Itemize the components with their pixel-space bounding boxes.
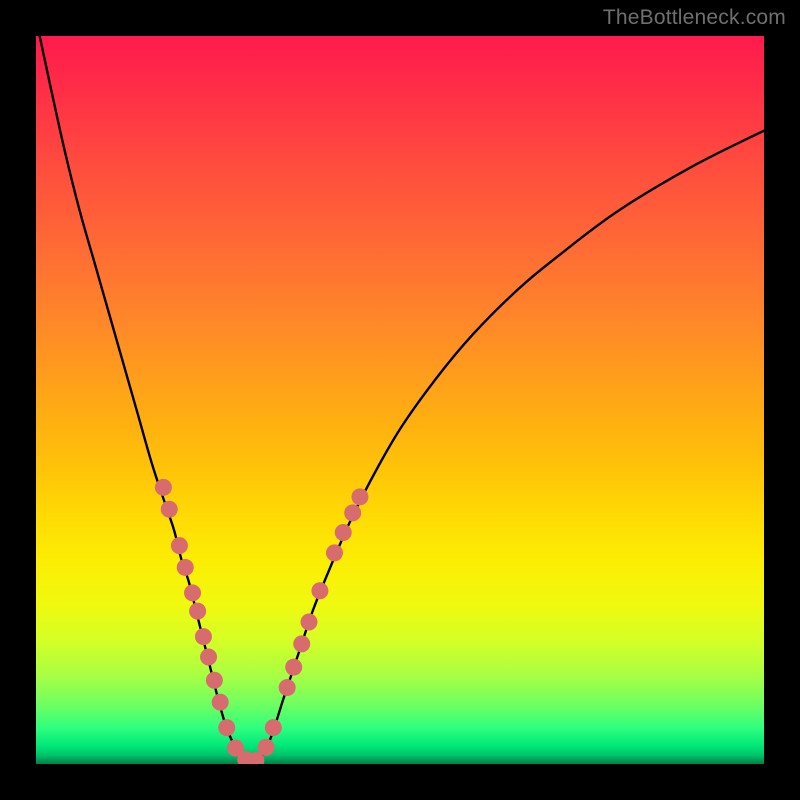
data-marker [189, 603, 206, 620]
data-marker [177, 559, 194, 576]
curve-svg [36, 36, 764, 764]
data-marker [344, 504, 361, 521]
bottleneck-curve [40, 36, 764, 764]
plot-area [36, 36, 764, 764]
chart-frame: TheBottleneck.com [0, 0, 800, 800]
data-marker [326, 544, 343, 561]
data-marker [155, 479, 172, 496]
data-marker [195, 628, 212, 645]
watermark-text: TheBottleneck.com [603, 6, 786, 30]
data-marker [218, 719, 235, 736]
data-marker [335, 524, 352, 541]
data-marker [301, 614, 318, 631]
data-marker [293, 635, 310, 652]
data-marker [351, 488, 368, 505]
data-markers [155, 479, 369, 764]
data-marker [279, 679, 296, 696]
data-marker [184, 584, 201, 601]
data-marker [258, 739, 275, 756]
data-marker [285, 659, 302, 676]
data-marker [311, 582, 328, 599]
data-marker [212, 694, 229, 711]
data-marker [171, 537, 188, 554]
data-marker [265, 719, 282, 736]
data-marker [206, 672, 223, 689]
data-marker [161, 501, 178, 518]
data-marker [200, 648, 217, 665]
